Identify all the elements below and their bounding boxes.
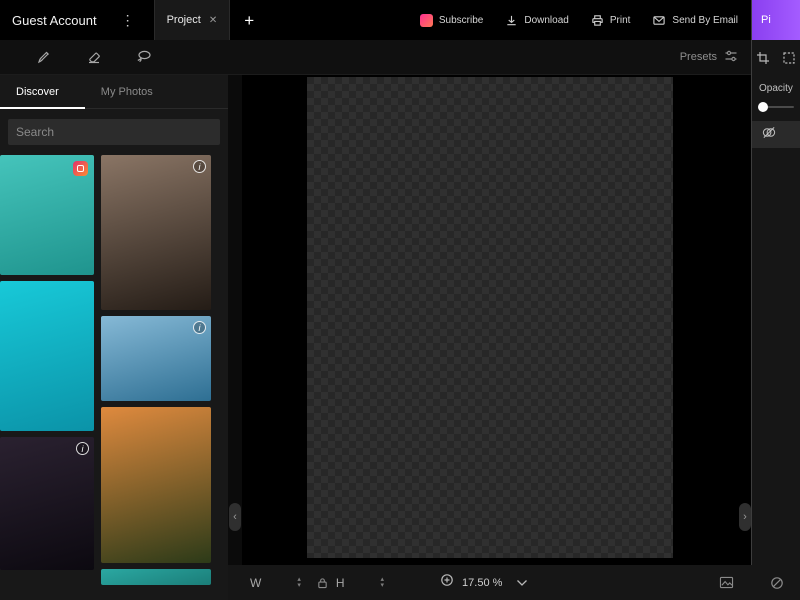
bottom-right-icons [719,576,800,590]
photo-grid: i ii [0,151,228,585]
chevron-right-icon: › [743,511,747,523]
subscribe-icon [420,14,433,27]
tab-discover-label: Discover [16,86,59,98]
picsart-cta-button[interactable]: Pi [752,0,800,40]
subscribe-button[interactable]: Subscribe [420,14,483,27]
blend-mode-button[interactable] [752,121,800,148]
topbar: Guest Account ⋮ Project ✕ + Subscribe Do… [0,0,800,40]
sidebar-rail: ‹ [228,75,242,565]
account-name[interactable]: Guest Account [12,13,97,28]
canvas-size-icon[interactable] [719,576,734,589]
opacity-slider-thumb[interactable] [758,102,768,112]
photo-thumbnail-portrait-colorful[interactable] [0,281,94,431]
right-panel-tools [752,40,800,75]
info-icon[interactable]: i [76,442,89,455]
photo-thumbnail-sunflower-sunset[interactable] [101,407,211,563]
zoom-controls: 17.50 % [440,573,528,592]
sidebar-tabs: Discover My Photos [0,75,228,109]
instagram-badge-icon [73,161,88,176]
photo-thumbnail-cobblestone-shoes[interactable]: i [101,155,211,310]
width-stepper[interactable]: ▴▾ [297,577,301,589]
rotate-canvas-icon[interactable] [770,576,784,590]
print-button[interactable]: Print [591,14,631,27]
photo-thumbnail-phone-in-hands[interactable]: i [0,437,94,570]
email-icon [652,14,666,27]
blend-mode-icon [761,125,777,145]
collapse-right-panel-handle[interactable]: › [739,503,751,531]
print-label: Print [610,15,631,26]
topbar-actions: Subscribe Download Print [420,14,738,27]
search-input[interactable] [8,119,220,145]
new-project-button[interactable]: + [244,12,254,29]
presets-icon [724,49,738,66]
print-icon [591,14,604,27]
zoom-dropdown-chevron[interactable] [516,579,528,587]
download-button[interactable]: Download [505,14,568,27]
canvas-workspace[interactable]: › [242,75,752,565]
brush-tool-icon[interactable] [36,49,52,65]
presets-label: Presets [680,51,717,63]
crop-icon[interactable] [756,51,770,65]
tab-discover[interactable]: Discover [0,75,85,108]
canvas-artboard[interactable] [307,77,673,558]
photo-thumbnail-teal-partial[interactable] [101,569,211,585]
photo-thumbnail-pool-water[interactable] [0,155,94,275]
photos-sidebar: Discover My Photos i ii [0,75,228,600]
lock-aspect-icon[interactable] [317,577,328,589]
opacity-slider[interactable] [758,99,794,115]
collapse-left-panel-handle[interactable]: ‹ [229,503,241,531]
account-menu-icon[interactable]: ⋮ [121,12,136,29]
opacity-section: Opacity [752,75,800,115]
transform-icon[interactable] [782,51,796,65]
lasso-tool-icon[interactable] [136,49,153,65]
project-tab-label: Project [167,14,201,26]
height-stepper[interactable]: ▴▾ [381,577,385,589]
info-icon[interactable]: i [193,160,206,173]
info-icon[interactable]: i [193,321,206,334]
width-label: W [250,576,261,590]
tab-my-photos-label: My Photos [101,86,153,98]
photo-thumbnail-beach-coast[interactable]: i [101,316,211,401]
photo-column-2: ii [101,155,211,585]
eraser-tool-icon[interactable] [86,49,102,65]
bottom-bar: W ▴▾ H ▴▾ 17.50 % [228,565,800,600]
tab-my-photos[interactable]: My Photos [85,75,179,108]
opacity-label: Opacity [752,75,800,94]
close-tab-icon[interactable]: ✕ [209,15,217,26]
chevron-left-icon: ‹ [233,511,237,523]
zoom-value[interactable]: 17.50 % [462,577,502,589]
download-icon [505,14,518,27]
presets-button[interactable]: Presets [680,49,738,66]
download-label: Download [524,15,568,26]
properties-panel: Opacity [752,40,800,600]
tool-options-bar: Presets [0,40,752,75]
zoom-in-icon[interactable] [440,573,454,592]
send-by-email-button[interactable]: Send By Email [652,14,738,27]
project-tab[interactable]: Project ✕ [154,0,231,40]
email-label: Send By Email [672,15,738,26]
app-window: Guest Account ⋮ Project ✕ + Subscribe Do… [0,0,800,600]
subscribe-label: Subscribe [439,15,483,26]
height-label: H [336,576,345,590]
search-bar [0,109,228,151]
photo-column-1: i [0,155,94,585]
